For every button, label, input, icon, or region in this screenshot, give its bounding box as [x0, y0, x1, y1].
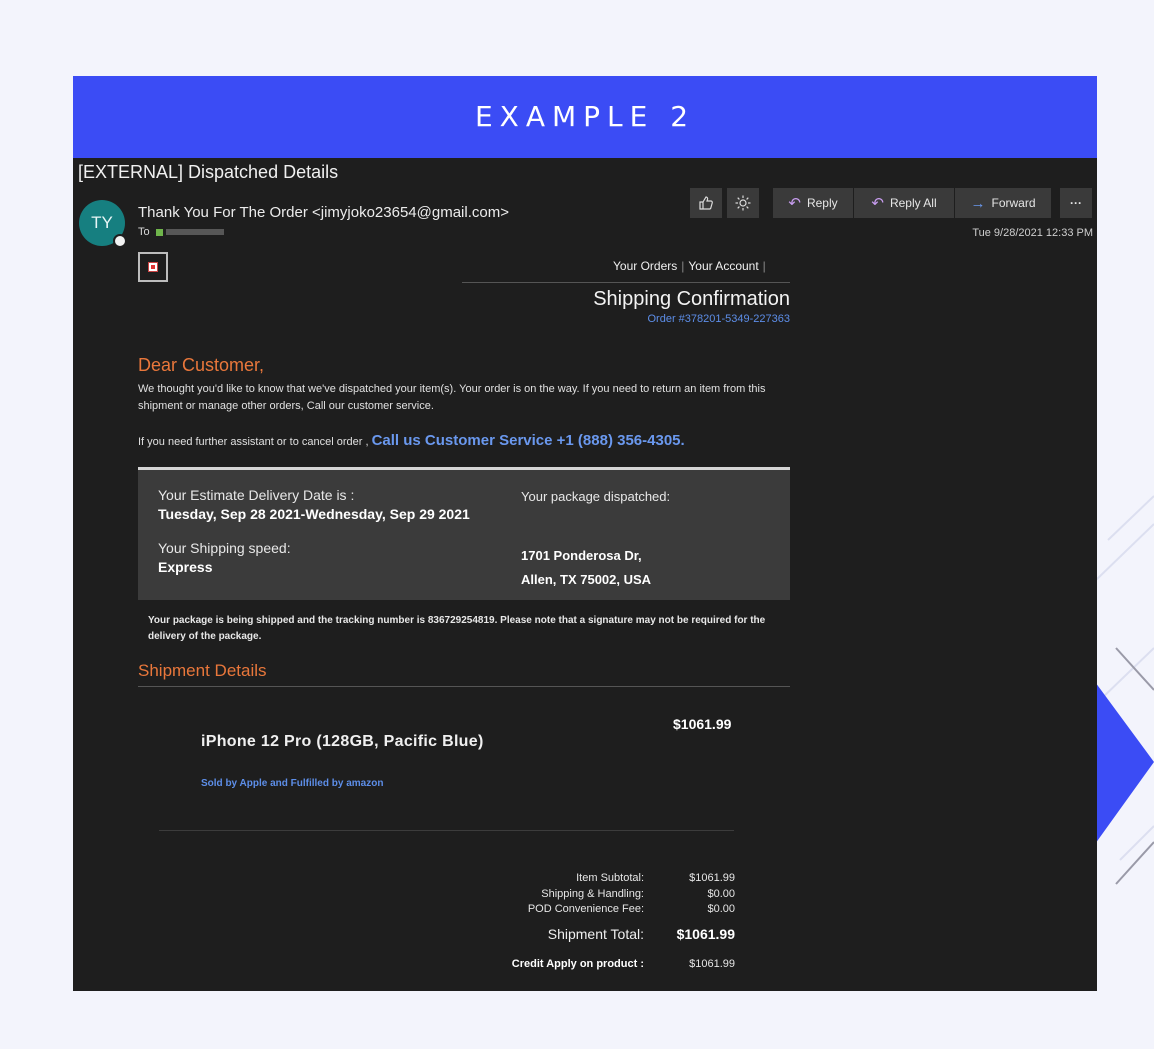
shipment-total-value: $1061.99 [676, 926, 735, 942]
reply-all-icon: ↶ [871, 195, 884, 212]
product-name: iPhone 12 Pro (128GB, Pacific Blue) [201, 733, 484, 750]
greeting: Dear Customer, [138, 355, 265, 375]
shipping-value: $0.00 [707, 888, 735, 900]
divider [138, 686, 790, 687]
your-orders-link[interactable]: Your Orders [613, 259, 677, 273]
example-banner: EXAMPLE 2 [73, 76, 1097, 158]
order-number-link[interactable]: Order #378201-5349-227363 [647, 313, 790, 325]
reply-label: Reply [806, 196, 838, 210]
delivery-date-label: Your Estimate Delivery Date is : [158, 487, 355, 503]
presence-status-icon [113, 234, 127, 248]
shipping-speed-label: Your Shipping speed: [158, 540, 291, 556]
shipping-label: Shipping & Handling: [541, 888, 644, 900]
sold-by-link[interactable]: Sold by Apple and Fulfilled by amazon [201, 778, 383, 789]
your-account-link[interactable]: Your Account [688, 259, 758, 273]
subtotal-value: $1061.99 [689, 872, 735, 884]
more-actions-button[interactable]: ··· [1060, 188, 1092, 218]
email-subject: [EXTERNAL] Dispatched Details [78, 162, 339, 182]
account-links: Your Orders | Your Account | [613, 259, 766, 273]
shipment-total-label: Shipment Total: [547, 926, 644, 942]
divider [462, 282, 790, 283]
shipment-details-heading: Shipment Details [138, 661, 267, 680]
reply-all-label: Reply All [889, 196, 937, 210]
address-line-2: Allen, TX 75002, USA [521, 572, 652, 587]
dispatched-label: Your package dispatched: [521, 489, 671, 504]
reply-button[interactable]: ↶ Reply [773, 188, 853, 218]
credit-value: $1061.99 [689, 958, 735, 970]
shipping-confirmation-heading: Shipping Confirmation [593, 288, 790, 310]
product-price: $1061.99 [673, 716, 732, 732]
forward-label: Forward [991, 196, 1036, 210]
tracking-note: Your package is being shipped and the tr… [148, 615, 766, 642]
recipient-row: To [138, 226, 224, 238]
delivery-info-box: Your Estimate Delivery Date is : Tuesday… [138, 467, 790, 600]
forward-button[interactable]: → Forward [955, 188, 1051, 218]
address-line-1: 1701 Ponderosa Dr, [521, 548, 642, 563]
reply-icon: ↶ [788, 195, 801, 212]
sun-icon [735, 195, 751, 211]
intro-paragraph: We thought you'd like to know that we've… [138, 383, 766, 412]
call-customer-service-link[interactable]: Call us Customer Service +1 (888) 356-43… [372, 432, 685, 449]
forward-icon: → [970, 194, 986, 212]
divider [159, 830, 734, 831]
subtotal-label: Item Subtotal: [576, 872, 644, 884]
sensitivity-button[interactable] [727, 188, 759, 218]
received-date: Tue 9/28/2021 12:33 PM [972, 227, 1093, 239]
sender-address[interactable]: Thank You For The Order <jimyjoko23654@g… [138, 204, 509, 221]
recipient-redacted [165, 229, 224, 236]
thumbs-up-icon [699, 196, 713, 210]
delivery-date-value: Tuesday, Sep 28 2021-Wednesday, Sep 29 2… [158, 506, 470, 522]
pod-fee-value: $0.00 [707, 903, 735, 915]
reply-all-button[interactable]: ↶ Reply All [854, 188, 954, 218]
assist-line: If you need further assistant or to canc… [138, 432, 685, 449]
pod-fee-label: POD Convenience Fee: [527, 903, 644, 915]
recipient-icon [155, 228, 163, 236]
email-reading-pane: [EXTERNAL] Dispatched Details TY Thank Y… [73, 158, 1097, 991]
example-card: EXAMPLE 2 [EXTERNAL] Dispatched Details … [73, 76, 1097, 991]
broken-image-icon [138, 252, 168, 282]
to-label: To [138, 226, 150, 238]
banner-title: EXAMPLE 2 [474, 100, 696, 133]
assist-text: If you need further assistant or to canc… [138, 436, 369, 448]
shipping-speed-value: Express [158, 559, 213, 575]
like-button[interactable] [690, 188, 722, 218]
credit-label: Credit Apply on product : [511, 958, 644, 970]
